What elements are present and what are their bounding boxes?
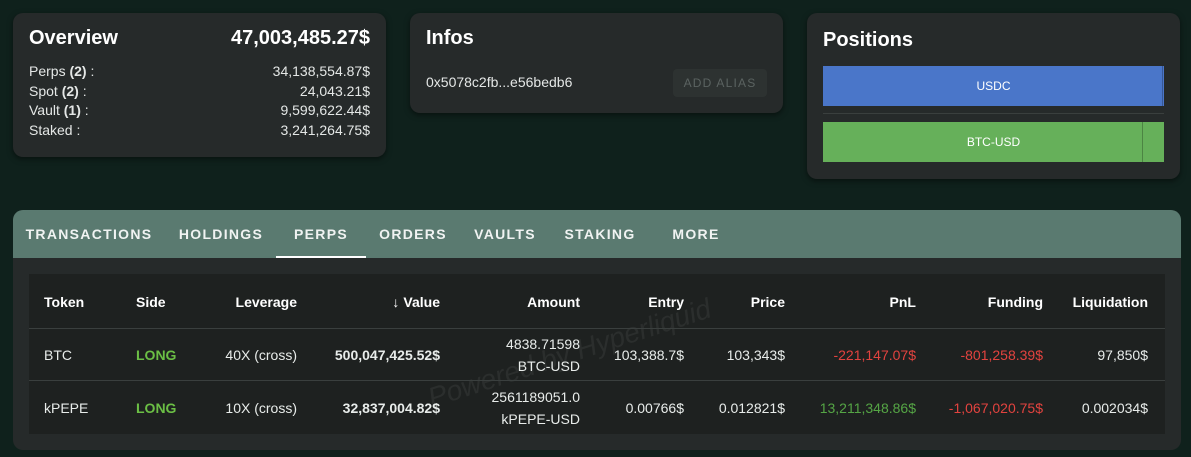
- infos-card: Infos 0x5078c2fb...e56bedb6 ADD ALIAS: [410, 13, 783, 113]
- infos-title: Infos: [426, 27, 474, 49]
- cell-side: LONG: [136, 400, 177, 416]
- tab-orders[interactable]: ORDERS: [366, 210, 460, 258]
- overview-row-colon: :: [76, 122, 81, 138]
- overview-row-staked: Staked : 3,241,264.75$: [29, 122, 370, 140]
- overview-row-value: 9,599,622.44$: [280, 102, 370, 118]
- overview-row-value: 24,043.21$: [299, 83, 370, 99]
- overview-row-count: (1): [63, 102, 81, 118]
- sort-arrow-down-icon: ↓: [392, 294, 400, 310]
- cell-entry: 0.00766$: [625, 400, 684, 416]
- positions-card: Positions USDC BTC-USD: [807, 13, 1180, 179]
- overview-row-count: (2): [61, 83, 79, 99]
- overview-row-value: 34,138,554.87$: [272, 63, 370, 79]
- cell-amount-qty: 2561189051.0: [491, 389, 581, 405]
- row-divider: [29, 328, 1165, 329]
- overview-row-label: Staked: [29, 122, 73, 138]
- header-value[interactable]: ↓ Value: [392, 294, 440, 310]
- header-amount[interactable]: Amount: [527, 294, 580, 310]
- cell-price: 103,343$: [726, 347, 785, 363]
- cell-leverage: 40X (cross): [225, 347, 297, 363]
- perps-table: Powered by Hyperliquid Token Side Levera…: [29, 274, 1165, 434]
- header-liquidation[interactable]: Liquidation: [1073, 294, 1148, 310]
- tab-transactions[interactable]: TRANSACTIONS: [13, 210, 165, 258]
- overview-row-spot: Spot (2) : 24,043.21$: [29, 83, 370, 101]
- overview-row-vault: Vault (1) : 9,599,622.44$: [29, 102, 370, 120]
- cell-amount-qty: 4838.71598: [506, 336, 580, 352]
- header-token[interactable]: Token: [44, 294, 84, 310]
- cell-entry: 103,388.7$: [613, 347, 684, 363]
- overview-row-perps: Perps (2) : 34,138,554.87$: [29, 63, 370, 81]
- cell-leverage: 10X (cross): [225, 400, 297, 416]
- cell-value: 32,837,004.82$: [342, 400, 440, 416]
- header-value-label: Value: [403, 294, 440, 310]
- positions-divider: [823, 113, 1164, 114]
- row-divider: [29, 380, 1165, 381]
- header-price[interactable]: Price: [751, 294, 785, 310]
- tab-perps[interactable]: PERPS: [276, 210, 366, 258]
- tab-vaults[interactable]: VAULTS: [460, 210, 550, 258]
- cell-pnl: 13,211,348.86$: [819, 400, 916, 416]
- tab-more[interactable]: MORE: [653, 210, 739, 258]
- positions-title: Positions: [823, 29, 914, 51]
- tab-staking[interactable]: STAKING: [550, 210, 650, 258]
- overview-row-count: (2): [69, 63, 87, 79]
- header-entry[interactable]: Entry: [648, 294, 684, 310]
- cell-side: LONG: [136, 347, 177, 363]
- cell-amount-unit: kPEPE-USD: [501, 411, 580, 427]
- overview-total: 47,003,485.27$: [230, 27, 370, 49]
- add-alias-button[interactable]: ADD ALIAS: [673, 69, 767, 97]
- overview-card: Overview 47,003,485.27$ Perps (2) : 34,1…: [13, 13, 386, 157]
- portfolio-tabs-panel: TRANSACTIONS HOLDINGS PERPS ORDERS VAULT…: [13, 210, 1181, 450]
- cell-funding: -801,258.39$: [960, 347, 1043, 363]
- header-pnl[interactable]: PnL: [890, 294, 916, 310]
- position-bar-label: BTC-USD: [966, 135, 1021, 149]
- cell-token[interactable]: BTC: [44, 347, 72, 363]
- header-leverage[interactable]: Leverage: [236, 294, 297, 310]
- wallet-address[interactable]: 0x5078c2fb...e56bedb6: [426, 74, 572, 90]
- position-bar-btc-usd[interactable]: BTC-USD: [823, 122, 1164, 162]
- header-funding[interactable]: Funding: [988, 294, 1043, 310]
- overview-row-label: Spot: [29, 83, 58, 99]
- cell-token[interactable]: kPEPE: [44, 400, 88, 416]
- cell-funding: -1,067,020.75$: [948, 400, 1043, 416]
- cell-value: 500,047,425.52$: [334, 347, 440, 363]
- overview-title: Overview: [29, 27, 118, 49]
- overview-row-colon: :: [82, 83, 87, 99]
- position-bar-usdc[interactable]: USDC: [823, 66, 1164, 106]
- cell-amount-unit: BTC-USD: [517, 358, 580, 374]
- cell-pnl: -221,147.07$: [833, 347, 916, 363]
- cell-liquidation: 97,850$: [1097, 347, 1148, 363]
- position-bar-label: USDC: [976, 79, 1011, 93]
- position-bar-remainder: [1141, 122, 1164, 162]
- tab-bar: TRANSACTIONS HOLDINGS PERPS ORDERS VAULT…: [13, 210, 1181, 258]
- overview-row-value: 3,241,264.75$: [280, 122, 370, 138]
- overview-row-label: Perps: [29, 63, 66, 79]
- cell-liquidation: 0.002034$: [1081, 400, 1148, 416]
- header-side[interactable]: Side: [136, 294, 166, 310]
- overview-row-label: Vault: [29, 102, 60, 118]
- tab-holdings[interactable]: HOLDINGS: [165, 210, 277, 258]
- cell-price: 0.012821$: [718, 400, 785, 416]
- overview-row-colon: :: [84, 102, 89, 118]
- position-bar-remainder: [1162, 66, 1164, 106]
- overview-row-colon: :: [90, 63, 95, 79]
